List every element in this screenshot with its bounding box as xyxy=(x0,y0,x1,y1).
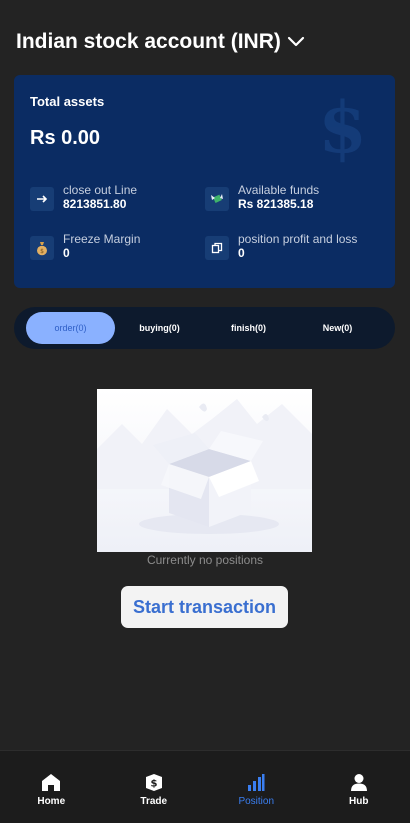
svg-text:$: $ xyxy=(40,248,44,255)
nav-label: Hub xyxy=(349,796,369,807)
empty-state-text: Currently no positions xyxy=(146,553,264,567)
money-bag-icon: $ xyxy=(30,236,54,260)
nav-label: Position xyxy=(238,796,275,807)
stat-label: position profit and loss xyxy=(238,232,358,246)
nav-hub[interactable]: Hub xyxy=(308,751,410,823)
start-transaction-button[interactable]: Start transaction xyxy=(121,586,288,628)
nav-home[interactable]: Home xyxy=(0,751,103,823)
total-assets-amount: Rs 0.00 xyxy=(30,127,101,149)
arrow-right-icon xyxy=(30,187,54,211)
account-selector[interactable]: Indian stock account (INR) xyxy=(16,30,305,54)
tab-buying[interactable]: buying(0) xyxy=(115,312,204,344)
home-icon xyxy=(41,773,61,792)
bar-chart-icon xyxy=(247,773,265,792)
stat-label: Available funds xyxy=(238,183,320,197)
stat-value: 0 xyxy=(63,246,70,260)
bottom-navigation: Home $ Trade Position Hub xyxy=(0,750,410,823)
account-title: Indian stock account (INR) xyxy=(16,30,281,53)
total-assets-card: $ Total assets Rs 0.00 close out Line 82… xyxy=(14,75,395,288)
nav-label: Trade xyxy=(140,796,168,807)
stat-label: close out Line xyxy=(63,183,138,197)
tab-new[interactable]: New(0) xyxy=(293,312,382,344)
money-wings-icon xyxy=(205,187,229,211)
tab-order[interactable]: order(0) xyxy=(26,312,115,344)
stat-value: 0 xyxy=(238,246,245,260)
order-tabs: order(0) buying(0) finish(0) New(0) xyxy=(14,307,395,349)
stat-available-funds: Available funds Rs 821385.18 xyxy=(205,183,319,212)
tab-finish[interactable]: finish(0) xyxy=(204,312,293,344)
empty-box-illustration xyxy=(97,389,312,552)
nav-trade[interactable]: $ Trade xyxy=(103,751,206,823)
svg-text:$: $ xyxy=(150,779,157,790)
user-icon xyxy=(350,773,368,792)
stat-position-pnl: position profit and loss 0 xyxy=(205,232,357,261)
nav-position[interactable]: Position xyxy=(205,751,308,823)
copy-icon xyxy=(205,236,229,260)
total-assets-label: Total assets xyxy=(30,94,105,109)
trade-shield-icon: $ xyxy=(145,773,163,792)
dollar-watermark-icon: $ xyxy=(318,86,367,169)
stat-label: Freeze Margin xyxy=(63,232,141,246)
stat-freeze-margin: $ Freeze Margin 0 xyxy=(30,232,140,261)
stat-value: Rs 821385.18 xyxy=(238,197,314,211)
stat-close-out-line: close out Line 8213851.80 xyxy=(30,183,137,212)
stat-value: 8213851.80 xyxy=(63,197,127,211)
chevron-down-icon xyxy=(287,36,305,48)
screen: Indian stock account (INR) $ Total asset… xyxy=(0,0,410,823)
nav-label: Home xyxy=(37,796,66,807)
